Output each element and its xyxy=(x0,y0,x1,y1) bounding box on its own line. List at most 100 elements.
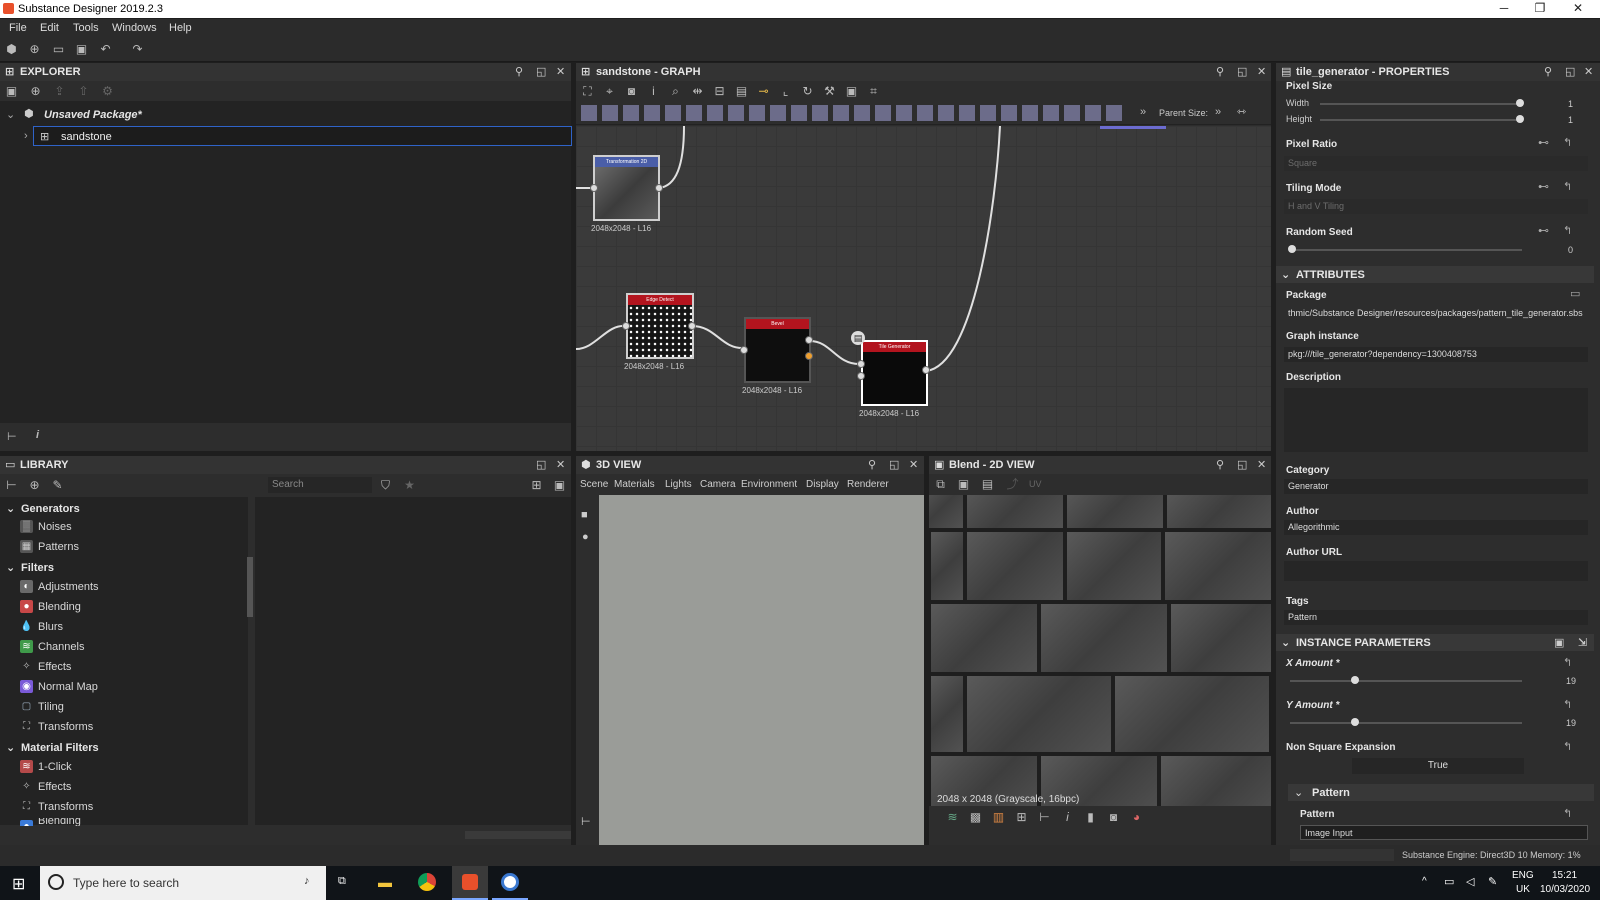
reset-icon[interactable]: ↰ xyxy=(1563,180,1572,193)
chevron-down-icon[interactable]: ⌄ xyxy=(6,108,15,121)
instance-parameters-section[interactable]: ⌄ INSTANCE PARAMETERS ▣ ⇲ xyxy=(1276,634,1594,651)
export-icon[interactable]: ⇧ xyxy=(76,84,91,98)
dot-icon[interactable]: ⌞ xyxy=(778,84,793,98)
random-seed-slider[interactable] xyxy=(1290,249,1522,251)
comment-icon[interactable]: ▤ xyxy=(734,84,749,98)
chevron-down-icon[interactable]: ⌄ xyxy=(1281,636,1290,649)
publish-icon[interactable]: ⇪ xyxy=(52,84,67,98)
bake-icon[interactable]: ▣ xyxy=(844,84,859,98)
x-amount-slider[interactable] xyxy=(1290,680,1522,682)
y-amount-value[interactable]: 19 xyxy=(1566,718,1576,728)
minimize-icon[interactable]: ─ xyxy=(1484,1,1524,17)
link-icon[interactable]: ⊸ xyxy=(756,84,771,98)
reset-icon[interactable]: ↰ xyxy=(1563,698,1572,711)
tree-icon[interactable]: ⊢ xyxy=(1037,810,1052,824)
folder-icon[interactable]: ▭ xyxy=(1570,287,1580,300)
random-seed-value[interactable]: 0 xyxy=(1568,245,1573,255)
close-icon[interactable]: ✕ xyxy=(1584,65,1593,78)
new-graph-icon[interactable]: ⊕ xyxy=(28,84,43,98)
pin-icon[interactable]: ⚲ xyxy=(1216,65,1224,78)
node-output-port[interactable] xyxy=(922,366,930,374)
favorite-icon[interactable]: ★ xyxy=(402,478,417,492)
node-input-port[interactable] xyxy=(622,322,630,330)
library-item-transforms[interactable]: ⛶ Transforms xyxy=(20,718,240,737)
menu-camera[interactable]: Camera xyxy=(700,479,736,490)
pin-icon[interactable]: ⚲ xyxy=(868,458,876,471)
graph-row-sandstone[interactable]: › ⊞ sandstone xyxy=(24,126,572,146)
search-icon[interactable]: ⌕ xyxy=(668,84,683,98)
package-row[interactable]: ⌄ ⬢ Unsaved Package* xyxy=(0,105,571,125)
width-value[interactable]: 1 xyxy=(1568,99,1573,109)
channels-icon[interactable]: ▥ xyxy=(991,810,1006,824)
y-amount-slider[interactable] xyxy=(1290,722,1522,724)
add-folder-icon[interactable]: ⊢ xyxy=(4,478,19,492)
reset-icon[interactable]: ↰ xyxy=(1563,740,1572,753)
close-icon[interactable]: ✕ xyxy=(1257,458,1266,471)
width-slider[interactable] xyxy=(1320,103,1520,105)
chevron-down-icon[interactable]: ⌄ xyxy=(1294,786,1303,799)
node-output-port[interactable] xyxy=(688,322,696,330)
scene-tree-icon[interactable]: ⊢ xyxy=(581,815,591,828)
node-input-port[interactable] xyxy=(590,184,598,192)
clock-time[interactable]: 15:21 xyxy=(1552,870,1577,881)
library-item-material-transforms[interactable]: ⛶ Transforms xyxy=(20,798,240,817)
link-param-icon[interactable]: ⊷ xyxy=(1538,224,1549,237)
task-view-icon[interactable]: ⧉ xyxy=(338,875,346,888)
node-tile-generator[interactable]: Tile Generator 2048x2048 - L16 xyxy=(859,340,928,418)
author-url-field[interactable] xyxy=(1284,561,1588,581)
library-search-input[interactable]: Search xyxy=(268,477,372,493)
atomic-nodes-strip-icon[interactable] xyxy=(581,105,1127,121)
undo-icon[interactable]: ↶ xyxy=(98,42,113,56)
library-item-normal-map[interactable]: ◉ Normal Map xyxy=(20,678,240,697)
attributes-section[interactable]: ⌄ ATTRIBUTES xyxy=(1276,266,1594,283)
info-icon[interactable]: i xyxy=(646,84,661,98)
float-icon[interactable]: ◱ xyxy=(889,458,899,471)
view-2d-image[interactable]: 2048 x 2048 (Grayscale, 16bpc) xyxy=(929,495,1271,816)
reset-icon[interactable]: ↰ xyxy=(1563,224,1572,237)
open-icon[interactable]: ▭ xyxy=(51,42,66,56)
menu-file[interactable]: File xyxy=(9,22,27,34)
menu-renderer[interactable]: Renderer xyxy=(847,479,889,490)
node-input-port[interactable] xyxy=(857,372,865,380)
tray-chevron-icon[interactable]: ^ xyxy=(1422,876,1427,887)
export-presets-icon[interactable]: ⇲ xyxy=(1578,636,1587,649)
library-item-material-blending[interactable]: ● Blending xyxy=(20,818,240,826)
align-icon[interactable]: ⇹ xyxy=(690,84,705,98)
uv-dropdown[interactable]: UV xyxy=(1029,479,1042,489)
x-amount-knob[interactable] xyxy=(1351,676,1359,684)
pin-icon[interactable]: ⚲ xyxy=(515,65,523,78)
menu-help[interactable]: Help xyxy=(169,22,192,34)
menu-environment[interactable]: Environment xyxy=(741,479,797,490)
info-icon[interactable]: i xyxy=(36,429,39,441)
library-item-blurs[interactable]: 💧 Blurs xyxy=(20,618,240,637)
float-icon[interactable]: ◱ xyxy=(536,458,546,471)
region-label[interactable]: UK xyxy=(1516,884,1530,895)
random-seed-knob[interactable] xyxy=(1288,245,1296,253)
tags-field[interactable]: Pattern xyxy=(1284,610,1588,625)
menu-tools[interactable]: Tools xyxy=(73,22,99,34)
menu-scene[interactable]: Scene xyxy=(580,479,608,490)
close-icon[interactable]: ✕ xyxy=(1558,1,1598,17)
settings-icon[interactable]: ⚙ xyxy=(100,84,115,98)
chevron-right-icon[interactable]: › xyxy=(24,130,28,142)
library-cat-generators[interactable]: ⌄ Generators xyxy=(4,499,244,518)
x-amount-value[interactable]: 19 xyxy=(1566,676,1576,686)
save-icon[interactable]: ▣ xyxy=(4,84,19,98)
menu-lights[interactable]: Lights xyxy=(665,479,692,490)
pattern-section[interactable]: ⌄ Pattern xyxy=(1288,784,1594,801)
filter-icon[interactable]: ⛉ xyxy=(378,478,393,492)
view-3d-viewport[interactable] xyxy=(599,495,924,845)
node-output-port[interactable] xyxy=(805,336,813,344)
float-icon[interactable]: ◱ xyxy=(536,65,546,78)
menu-display[interactable]: Display xyxy=(806,479,839,490)
library-item-material-effects[interactable]: ✧ Effects xyxy=(20,778,240,797)
tools-icon[interactable]: ⚒ xyxy=(822,84,837,98)
grid-icon[interactable]: ⌗ xyxy=(866,84,881,98)
graph-canvas[interactable]: Transformation 2D 2048x2048 - L16 Edge D… xyxy=(576,126,1271,451)
graph-instance-field[interactable]: pkg:///tile_generator?dependency=1300408… xyxy=(1284,347,1588,362)
library-item-channels[interactable]: ≋ Channels xyxy=(20,638,240,657)
refresh-icon[interactable]: ↻ xyxy=(800,84,815,98)
height-slider-knob[interactable] xyxy=(1516,115,1524,123)
paste-icon[interactable]: ▤ xyxy=(980,477,995,491)
copy-icon[interactable]: ⧉ xyxy=(933,477,948,491)
